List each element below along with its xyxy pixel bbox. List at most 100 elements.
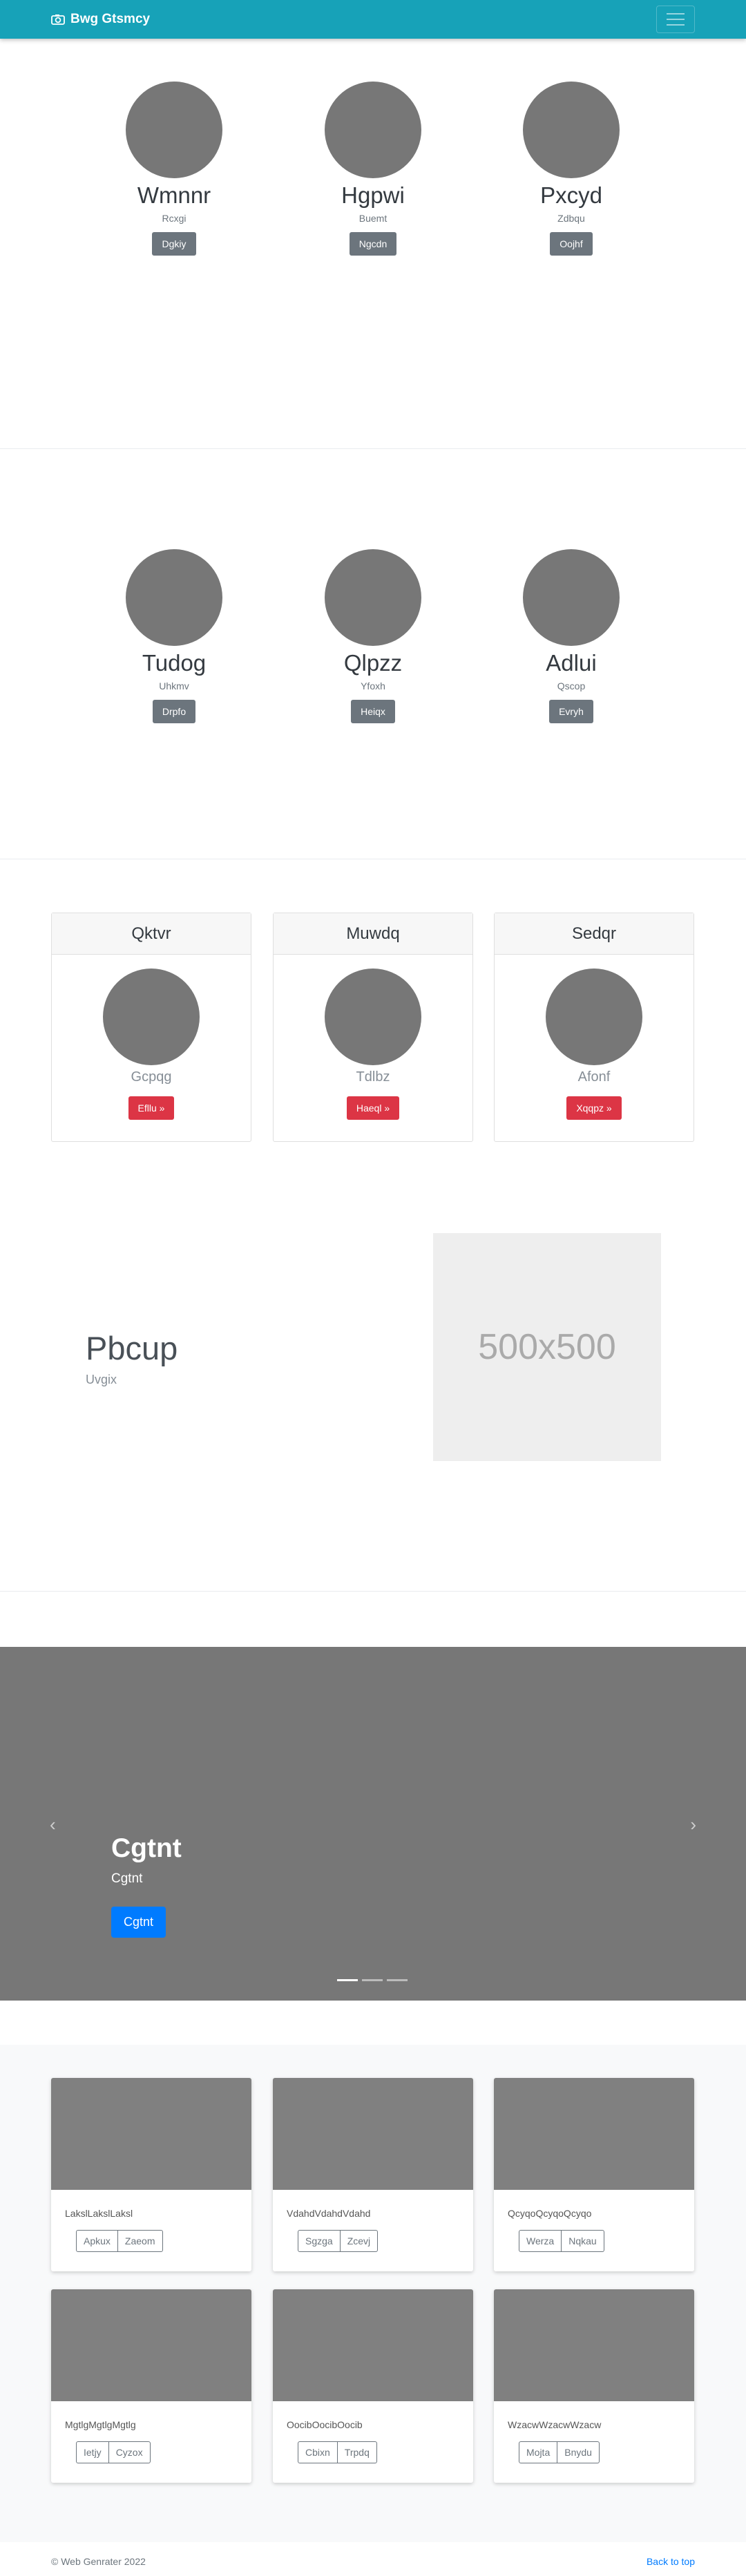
avatar — [523, 82, 620, 178]
carousel-title: Cgtnt — [111, 1833, 182, 1863]
member-button[interactable]: Oojhf — [550, 231, 593, 256]
carousel-subtitle: Cgtnt — [111, 1871, 143, 1886]
member-name: Tudog — [142, 650, 207, 676]
team-member: Tudog Uhkmv Drpfo — [105, 549, 243, 723]
card-text: MgtlgMgtlgMgtlg — [65, 2419, 136, 2430]
member-role: Zdbqu — [557, 212, 585, 224]
navbar: Bwg Gtsmcy — [0, 0, 746, 39]
team-section-1: Wmnnr Rcxgi Dgkiy Hgpwi Buemt Ngcdn Pxcy… — [0, 39, 746, 449]
avatar — [325, 969, 421, 1065]
member-button[interactable]: Drpfo — [152, 699, 196, 723]
header-card: Sedqr Afonf Xqqpz » — [494, 913, 694, 1142]
avatar — [325, 549, 421, 646]
card-action-button[interactable]: Mojta — [519, 2441, 558, 2463]
card-action-button[interactable]: Cbixn — [298, 2441, 338, 2463]
album-card: OocibOocibOocib Cbixn Trpdq — [273, 2289, 473, 2483]
hamburger-icon[interactable] — [656, 6, 695, 33]
button-group: Cbixn Trpdq — [298, 2441, 377, 2463]
card-button[interactable]: Efllu » — [128, 1096, 175, 1120]
card-image — [494, 2289, 694, 2401]
card-button[interactable]: Haeql » — [346, 1096, 400, 1120]
card-action-button[interactable]: Zcevj — [340, 2230, 379, 2252]
card-action-button[interactable]: Sgzga — [298, 2230, 341, 2252]
header-card: Qktvr Gcpqg Efllu » — [51, 913, 251, 1142]
card-text: LakslLakslLaksl — [65, 2208, 133, 2219]
team-member: Qlpzz Yfoxh Heiqx — [304, 549, 442, 723]
next-arrow-icon[interactable]: › — [690, 1814, 696, 1835]
card-image — [51, 2078, 251, 2190]
card-text: WzacwWzacwWzacw — [508, 2419, 602, 2430]
team-member: Wmnnr Rcxgi Dgkiy — [105, 82, 243, 256]
card-action-button[interactable]: Cyzox — [108, 2441, 151, 2463]
member-name: Pxcyd — [540, 182, 602, 208]
copyright-text: © Web Genrater 2022 — [51, 2556, 146, 2567]
member-button[interactable]: Dgkiy — [152, 231, 196, 256]
album-card: MgtlgMgtlgMgtlg Ietjy Cyzox — [51, 2289, 251, 2483]
member-role: Uhkmv — [159, 680, 189, 691]
member-button[interactable]: Evryh — [549, 699, 593, 723]
card-action-button[interactable]: Werza — [519, 2230, 562, 2252]
card-action-button[interactable]: Bnydu — [557, 2441, 600, 2463]
member-button[interactable]: Heiqx — [351, 699, 395, 723]
card-subtitle: Gcpqg — [131, 1069, 172, 1085]
footer: © Web Genrater 2022 Back to top — [0, 2542, 746, 2576]
team-member: Adlui Qscop Evryh — [502, 549, 640, 723]
brand-link[interactable]: Bwg Gtsmcy — [51, 12, 150, 27]
avatar — [126, 549, 222, 646]
member-role: Qscop — [557, 680, 586, 691]
member-role: Yfoxh — [361, 680, 385, 691]
card-header: Sedqr — [495, 913, 694, 955]
album-card: WzacwWzacwWzacw Mojta Bnydu — [494, 2289, 694, 2483]
feature-subtitle: Uvgix — [86, 1373, 117, 1386]
card-header: Qktvr — [52, 913, 251, 955]
carousel-indicators — [337, 1979, 408, 1981]
card-image — [273, 2078, 473, 2190]
member-name: Qlpzz — [343, 650, 403, 676]
button-group: Sgzga Zcevj — [298, 2230, 379, 2252]
button-group: Werza Nqkau — [519, 2230, 604, 2252]
brand-name: Bwg Gtsmcy — [70, 12, 151, 26]
member-button[interactable]: Ngcdn — [349, 231, 397, 256]
card-subtitle: Tdlbz — [356, 1069, 390, 1085]
header-card: Muwdq Tdlbz Haeql » — [273, 913, 473, 1142]
avatar — [523, 549, 620, 646]
member-name: Wmnnr — [137, 182, 211, 208]
card-subtitle: Afonf — [577, 1069, 611, 1085]
feature-section: Pbcup Uvgix 500x500 — [0, 1205, 746, 1592]
album-card: LakslLakslLaksl Apkux Zaeom — [51, 2078, 251, 2271]
team-section-2: Tudog Uhkmv Drpfo Qlpzz Yfoxh Heiqx Adlu… — [0, 449, 746, 859]
card-action-button[interactable]: Zaeom — [117, 2230, 163, 2252]
carousel: ‹ › Cgtnt Cgtnt Cgtnt — [0, 1647, 746, 2001]
team-member: Hgpwi Buemt Ngcdn — [304, 82, 442, 256]
member-name: Adlui — [546, 650, 597, 676]
button-group: Apkux Zaeom — [76, 2230, 163, 2252]
feature-title: Pbcup — [86, 1330, 178, 1366]
carousel-indicator[interactable] — [387, 1979, 408, 1981]
card-text: QcyqoQcyqoQcyqo — [508, 2208, 592, 2219]
card-action-button[interactable]: Nqkau — [562, 2230, 604, 2252]
member-role: Rcxgi — [162, 212, 186, 224]
avatar — [126, 82, 222, 178]
back-to-top-link[interactable]: Back to top — [647, 2556, 695, 2567]
button-group: Mojta Bnydu — [519, 2441, 600, 2463]
member-role: Buemt — [358, 212, 388, 224]
card-header: Muwdq — [274, 913, 472, 955]
card-text: OocibOocibOocib — [287, 2419, 363, 2430]
card-text: VdahdVdahdVdahd — [287, 2208, 371, 2219]
carousel-indicator[interactable] — [337, 1979, 358, 1981]
avatar — [325, 82, 421, 178]
camera-icon — [51, 15, 65, 25]
member-name: Hgpwi — [341, 182, 405, 208]
album-card: QcyqoQcyqoQcyqo Werza Nqkau — [494, 2078, 694, 2271]
card-image — [273, 2289, 473, 2401]
carousel-indicator[interactable] — [362, 1979, 383, 1981]
carousel-button[interactable]: Cgtnt — [111, 1907, 166, 1938]
prev-arrow-icon[interactable]: ‹ — [50, 1814, 56, 1835]
card-action-button[interactable]: Trpdq — [337, 2441, 377, 2463]
card-button[interactable]: Xqqpz » — [566, 1096, 622, 1120]
card-action-button[interactable]: Apkux — [76, 2230, 118, 2252]
card-action-button[interactable]: Ietjy — [76, 2441, 109, 2463]
avatar — [103, 969, 200, 1065]
header-cards-section: Qktvr Gcpqg Efllu » Muwdq Tdlbz Haeql » … — [0, 859, 746, 1205]
album-section: LakslLakslLaksl Apkux Zaeom VdahdVdahdVd… — [0, 2045, 746, 2542]
